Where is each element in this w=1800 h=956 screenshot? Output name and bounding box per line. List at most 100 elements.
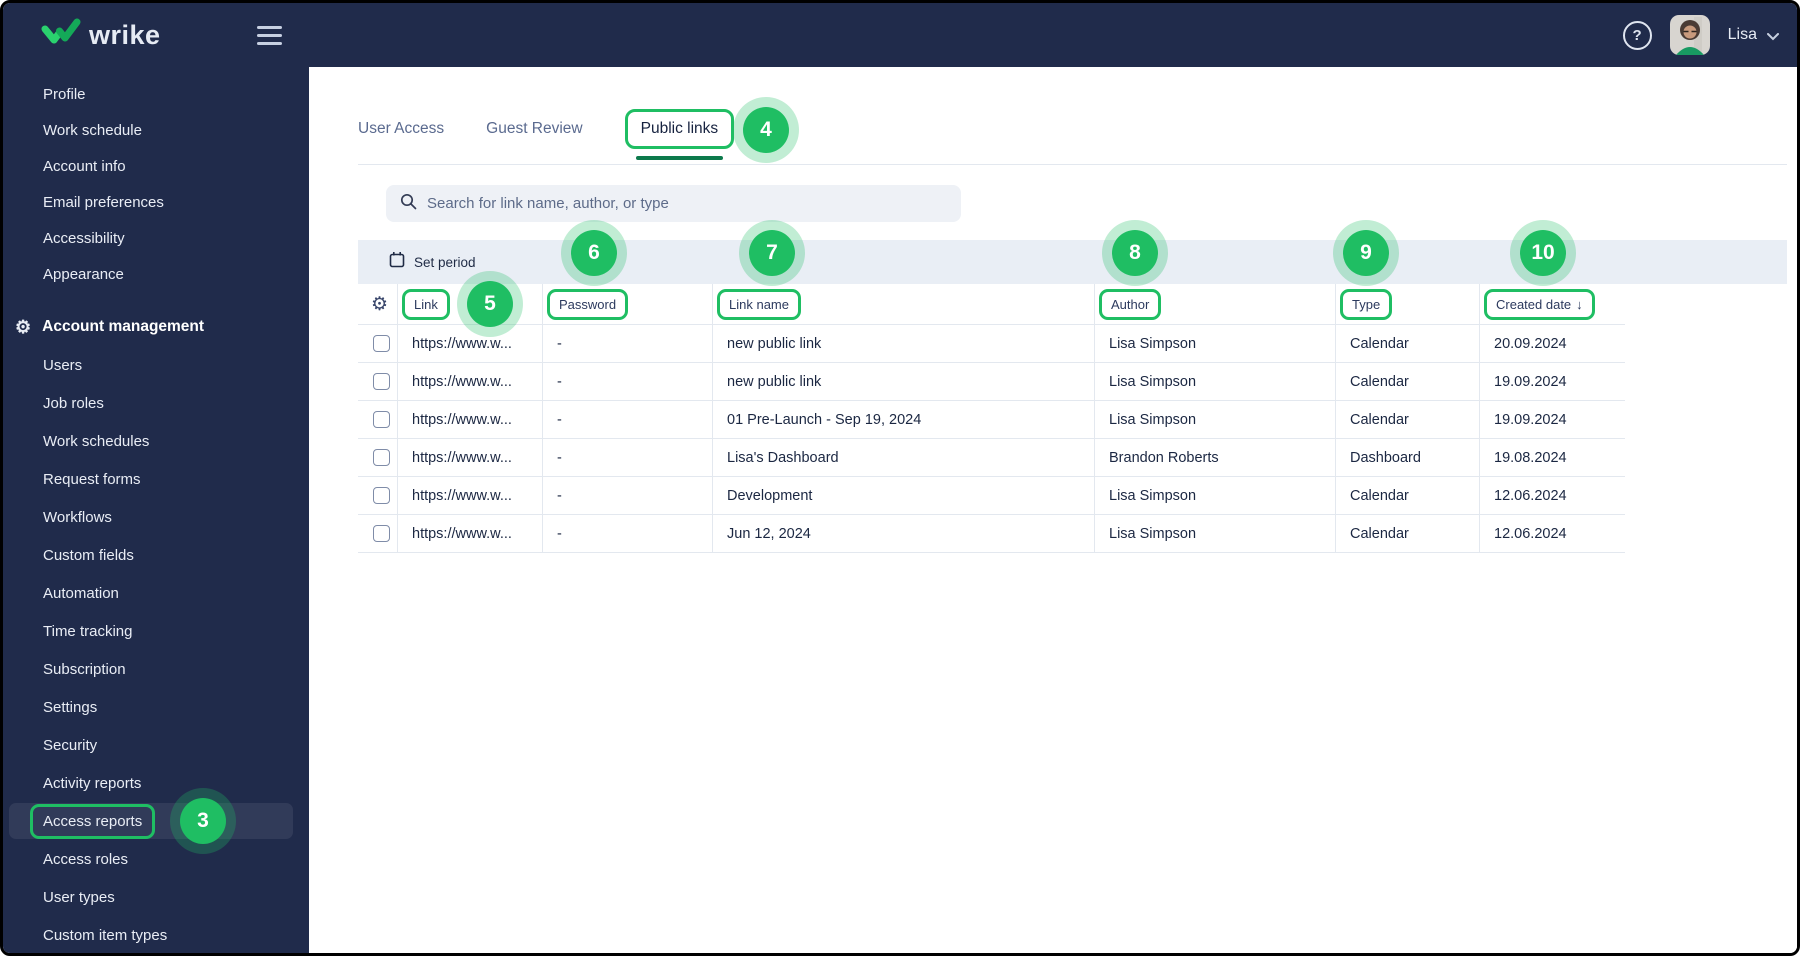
sidebar-item-accessibility[interactable]: Accessibility (3, 220, 309, 256)
cell-link-name: Development (713, 477, 1095, 514)
cell-password: - (543, 515, 713, 552)
cell-author: Lisa Simpson (1095, 477, 1336, 514)
hamburger-menu-icon[interactable] (256, 25, 282, 45)
cell-created-date: 19.09.2024 (1494, 411, 1567, 428)
table-row: https://www.w... - 01 Pre-Launch - Sep 1… (358, 401, 1625, 439)
search-icon (400, 193, 417, 215)
sidebar-item-access-reports[interactable]: Access reports (3, 802, 309, 840)
cell-author: Brandon Roberts (1095, 439, 1336, 476)
table-settings-icon[interactable]: ⚙ (371, 295, 388, 314)
wrike-logo: wrike (41, 18, 161, 53)
row-checkbox[interactable] (373, 335, 390, 352)
row-checkbox[interactable] (373, 411, 390, 428)
sidebar-item-email-preferences[interactable]: Email preferences (3, 184, 309, 220)
row-checkbox[interactable] (373, 487, 390, 504)
cell-link-name: Lisa's Dashboard (713, 439, 1095, 476)
sidebar-item-user-types[interactable]: User types (3, 878, 309, 916)
sidebar-item-subscription[interactable]: Subscription (3, 650, 309, 688)
user-name[interactable]: Lisa (1728, 26, 1757, 44)
sidebar-item-custom-item-types[interactable]: Custom item types (3, 916, 309, 953)
sidebar-item-custom-fields[interactable]: Custom fields (3, 536, 309, 574)
cell-link-name: new public link (713, 363, 1095, 400)
cell-type: Calendar (1336, 363, 1480, 400)
table-row: https://www.w... - new public link Lisa … (358, 325, 1625, 363)
sidebar-item-work-schedules[interactable]: Work schedules (3, 422, 309, 460)
row-checkbox[interactable] (373, 525, 390, 542)
sidebar-item-time-tracking[interactable]: Time tracking (3, 612, 309, 650)
set-period-label: Set period (414, 254, 476, 270)
logo-wordmark: wrike (89, 19, 161, 50)
cell-link[interactable]: https://www.w... (398, 363, 543, 400)
user-avatar[interactable] (1669, 15, 1710, 55)
table-header-row: ⚙ Link Password Link name Author Type Cr… (358, 284, 1625, 325)
sidebar-item-access-roles[interactable]: Access roles (3, 840, 309, 878)
column-header-type[interactable]: Type (1340, 288, 1393, 320)
annotation-box-access-reports: Access reports (30, 803, 156, 839)
tab-public-links[interactable]: Public links (624, 108, 735, 160)
table-row: https://www.w... - new public link Lisa … (358, 363, 1625, 401)
sidebar-item-automation[interactable]: Automation (3, 574, 309, 612)
cell-created-date: 20.09.2024 (1494, 335, 1567, 352)
row-checkbox[interactable] (373, 373, 390, 390)
cell-password: - (543, 401, 713, 438)
column-header-link[interactable]: Link (402, 288, 450, 320)
cell-password: - (543, 477, 713, 514)
gear-icon: ⚙ (15, 317, 32, 337)
public-links-table: ⚙ Link Password Link name Author Type Cr… (358, 284, 1625, 553)
column-header-link-name[interactable]: Link name (717, 288, 801, 320)
cell-link[interactable]: https://www.w... (398, 477, 543, 514)
tab-bar: User Access Guest Review Public links (358, 93, 1787, 165)
sidebar-item-activity-reports[interactable]: Activity reports (3, 764, 309, 802)
sidebar-section-label: Account management (42, 318, 205, 335)
set-period-button[interactable]: Set period (358, 240, 1787, 284)
wrike-check-icon (41, 18, 81, 53)
cell-author: Lisa Simpson (1095, 363, 1336, 400)
chevron-down-icon[interactable] (1767, 28, 1779, 46)
sidebar: Profile Work schedule Account info Email… (3, 67, 309, 953)
sidebar-item-label: Access reports (43, 812, 143, 830)
sidebar-item-appearance[interactable]: Appearance (3, 256, 309, 292)
row-checkbox[interactable] (373, 449, 390, 466)
cell-created-date: 12.06.2024 (1494, 525, 1567, 542)
search-bar (386, 185, 961, 222)
calendar-icon (389, 251, 405, 273)
sidebar-item-workflows[interactable]: Workflows (3, 498, 309, 536)
cell-link-name: new public link (713, 325, 1095, 362)
main-content: User Access Guest Review Public links Se… (309, 67, 1797, 953)
cell-link[interactable]: https://www.w... (398, 401, 543, 438)
cell-created-date: 12.06.2024 (1494, 487, 1567, 504)
sidebar-item-account-info[interactable]: Account info (3, 148, 309, 184)
tab-user-access[interactable]: User Access (358, 120, 444, 138)
active-tab-indicator (635, 155, 724, 160)
sidebar-item-settings[interactable]: Settings (3, 688, 309, 726)
cell-created-date: 19.08.2024 (1494, 449, 1567, 466)
sidebar-item-request-forms[interactable]: Request forms (3, 460, 309, 498)
sidebar-item-work-schedule[interactable]: Work schedule (3, 112, 309, 148)
topbar-right: ? Lisa (1622, 15, 1797, 55)
tab-guest-review[interactable]: Guest Review (486, 120, 582, 138)
help-icon[interactable]: ? (1622, 20, 1652, 50)
table-row: https://www.w... - Development Lisa Simp… (358, 477, 1625, 515)
column-header-password[interactable]: Password (547, 288, 629, 320)
column-header-author[interactable]: Author (1099, 288, 1162, 320)
cell-link[interactable]: https://www.w... (398, 325, 543, 362)
sidebar-item-job-roles[interactable]: Job roles (3, 384, 309, 422)
cell-type: Calendar (1336, 325, 1480, 362)
top-bar: wrike ? Lisa (3, 3, 1797, 67)
cell-link-name: Jun 12, 2024 (713, 515, 1095, 552)
cell-type: Calendar (1336, 401, 1480, 438)
app-window: wrike ? Lisa Profile Work schedule Accou… (0, 0, 1800, 956)
cell-type: Dashboard (1336, 439, 1480, 476)
column-header-created-date[interactable]: Created date ↓ (1484, 288, 1595, 320)
cell-link[interactable]: https://www.w... (398, 515, 543, 552)
sidebar-item-security[interactable]: Security (3, 726, 309, 764)
sidebar-item-profile[interactable]: Profile (3, 76, 309, 112)
table-row: https://www.w... - Lisa's Dashboard Bran… (358, 439, 1625, 477)
search-input[interactable] (427, 195, 961, 212)
sidebar-item-users[interactable]: Users (3, 346, 309, 384)
cell-type: Calendar (1336, 477, 1480, 514)
cell-author: Lisa Simpson (1095, 401, 1336, 438)
cell-link[interactable]: https://www.w... (398, 439, 543, 476)
sidebar-section-account-management: ⚙ Account management (3, 308, 309, 346)
cell-author: Lisa Simpson (1095, 325, 1336, 362)
